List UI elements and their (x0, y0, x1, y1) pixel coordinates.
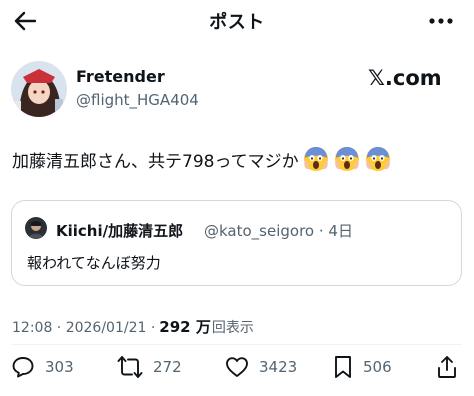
repost-count: 272 (153, 358, 182, 376)
reply-button[interactable]: 303 (11, 352, 74, 382)
emoji-group (303, 146, 396, 172)
heart-icon (226, 357, 248, 377)
views-label: 回表示 (211, 320, 254, 336)
quoted-avatar-image (25, 217, 47, 239)
author-avatar[interactable] (11, 61, 67, 117)
like-count: 3423 (259, 358, 298, 376)
repost-icon (117, 356, 143, 378)
quoted-post-text: 報われてなんぼ努力 (27, 254, 161, 272)
more-dots-icon (429, 18, 453, 24)
top-bar: ポスト (0, 0, 474, 40)
author-display-name[interactable]: Fretender (76, 67, 165, 86)
share-button[interactable] (436, 352, 458, 382)
repost-button[interactable]: 272 (117, 352, 182, 382)
screaming-face-emoji (365, 147, 390, 171)
divider (12, 344, 462, 345)
views-count: 292 万 (159, 318, 211, 336)
screaming-face-emoji (334, 147, 359, 171)
screaming-face-emoji (303, 147, 328, 171)
page-title: ポスト (209, 12, 265, 33)
reply-icon (12, 357, 34, 378)
quoted-author-handle-date: @kato_seigoro · 4日 (204, 222, 353, 240)
quoted-author-name: Kiichi/加藤清五郎 (56, 222, 184, 240)
bookmark-button[interactable]: 506 (333, 352, 392, 382)
post-metadata: 12:08 · 2026/01/21 · 292 万 回表示 (12, 316, 254, 337)
share-icon (438, 356, 456, 378)
like-button[interactable]: 3423 (225, 352, 297, 382)
post-timestamp[interactable]: 12:08 · 2026/01/21 · (12, 320, 155, 336)
avatar-image (11, 61, 67, 117)
reply-count: 303 (45, 358, 74, 376)
author-handle[interactable]: @flight_HGA404 (76, 91, 199, 109)
bookmark-count: 506 (363, 358, 392, 376)
quoted-author-avatar (25, 217, 47, 239)
post-text: 加藤清五郎さん、共テ798ってマジか (12, 151, 299, 172)
more-options-button[interactable] (424, 8, 458, 34)
bookmark-icon (335, 356, 351, 378)
x-com-label: 𝕏.com (368, 66, 442, 90)
post-body: 加藤清五郎さん、共テ798ってマジか (12, 146, 396, 172)
source-logo: 𝕏.com (368, 66, 442, 90)
quoted-post-card[interactable]: Kiichi/加藤清五郎 @kato_seigoro · 4日 報われてなんぼ努… (11, 200, 462, 286)
action-bar: 303 272 3423 506 (0, 352, 474, 382)
